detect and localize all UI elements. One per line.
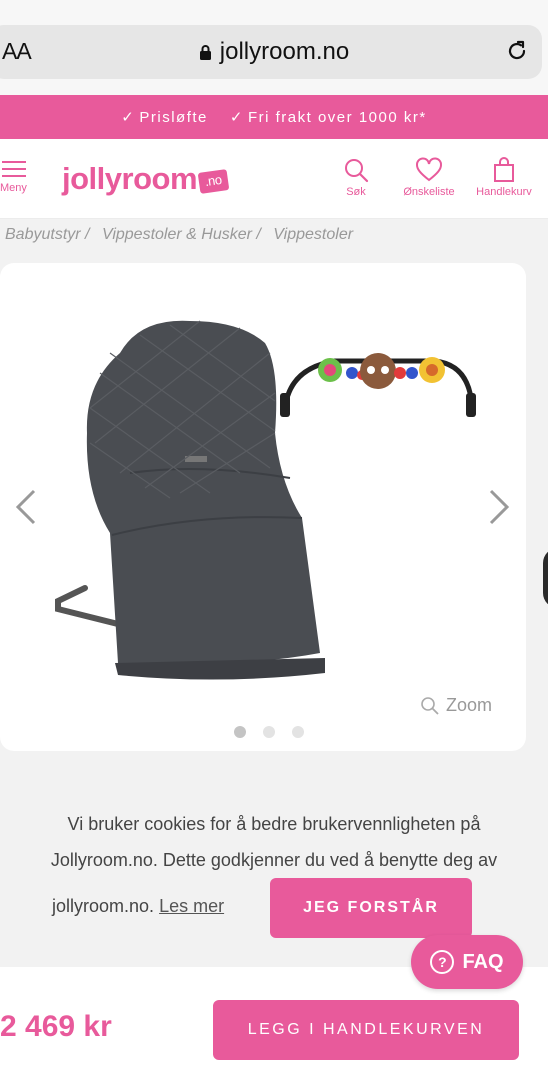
search-icon: [421, 696, 439, 715]
breadcrumb-item[interactable]: Babyutstyr /: [5, 226, 89, 243]
chevron-left-icon[interactable]: [14, 487, 38, 527]
check-icon: ✓: [121, 109, 136, 126]
gallery-pagination: [234, 726, 304, 738]
zoom-button[interactable]: Zoom: [420, 695, 492, 716]
promo-free-shipping: ✓ Fri frakt over 1000 kr*: [229, 109, 427, 126]
gallery-dot[interactable]: [234, 726, 246, 738]
heart-icon: [416, 157, 442, 182]
breadcrumb: Babyutstyr / Vippestoler & Husker / Vipp…: [5, 226, 361, 244]
breadcrumb-item[interactable]: Vippestoler: [273, 226, 353, 243]
site-header: Meny jollyroom .no Søk Ønskeliste Handlek…: [0, 139, 548, 219]
cookie-banner: Vi bruker cookies for å bedre brukervenn…: [50, 814, 498, 916]
product-price: 2 469 kr: [0, 1010, 112, 1043]
gallery-dot[interactable]: [263, 726, 275, 738]
reload-icon[interactable]: [504, 38, 530, 64]
add-to-cart-button[interactable]: LEGG I HANDLEKURVEN: [213, 1000, 519, 1060]
lock-icon: [199, 45, 211, 60]
search-button[interactable]: Søk: [340, 157, 372, 198]
side-tab[interactable]: [543, 548, 548, 608]
search-icon: [345, 159, 369, 183]
chevron-right-icon[interactable]: [487, 487, 511, 527]
gallery-dot[interactable]: [292, 726, 304, 738]
promo-bar: ✓ Prisløfte ✓ Fri frakt over 1000 kr*: [0, 95, 548, 139]
menu-button[interactable]: Meny: [0, 161, 34, 194]
check-icon: ✓: [229, 109, 244, 126]
faq-button[interactable]: ? FAQ: [411, 935, 523, 989]
cart-button[interactable]: Handlekurv: [471, 157, 537, 198]
product-gallery: Zoom: [0, 263, 526, 751]
question-icon: ?: [430, 950, 455, 974]
browser-bar: AA jollyroom.no: [0, 0, 548, 95]
promo-price-promise: ✓ Prisløfte: [121, 109, 208, 126]
url-display[interactable]: jollyroom.no: [0, 38, 548, 66]
product-image[interactable]: [40, 313, 490, 683]
site-logo[interactable]: jollyroom .no: [62, 161, 229, 197]
read-more-link[interactable]: Les mer: [159, 896, 224, 916]
cookie-accept-button[interactable]: JEG FORSTÅR: [270, 878, 472, 938]
hamburger-icon: [2, 161, 26, 177]
shopping-bag-icon: [494, 157, 514, 182]
breadcrumb-item[interactable]: Vippestoler & Husker /: [102, 226, 261, 243]
wishlist-button[interactable]: Ønskeliste: [398, 157, 460, 198]
